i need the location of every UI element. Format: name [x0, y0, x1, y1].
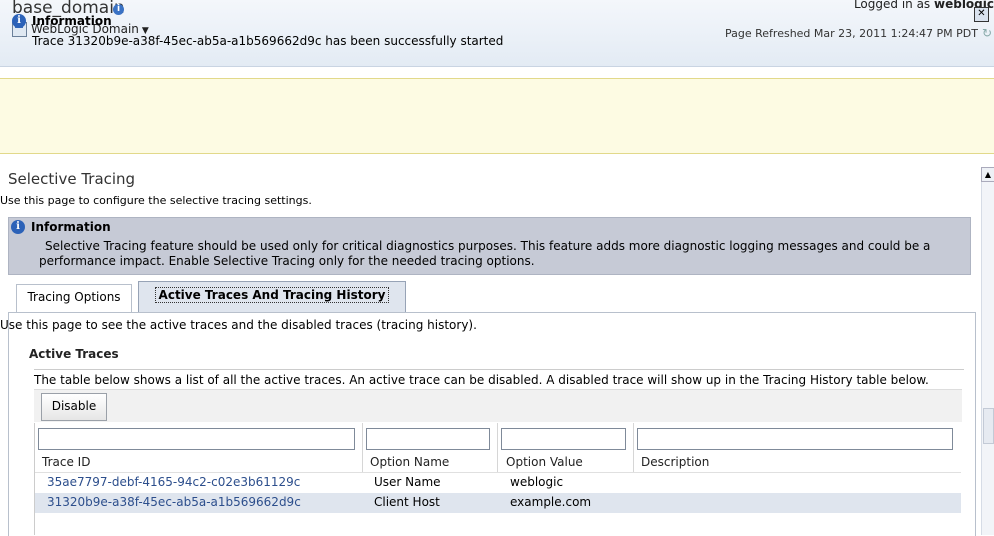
logged-in-prefix: Logged in as — [853, 0, 934, 11]
active-traces-description: The table below shows a list of all the … — [34, 373, 929, 387]
page-title: Selective Tracing — [8, 170, 136, 188]
panel-description: Use this page to see the active traces a… — [0, 318, 477, 332]
trace-id-link[interactable]: 31320b9e-a38f-45ec-ab5a-a1b569662d9c — [47, 495, 301, 509]
tab-tracing-options[interactable]: Tracing Options — [16, 284, 132, 312]
tab-active-traces-and-tracing-history[interactable]: Active Traces And Tracing History — [138, 281, 406, 313]
filter-option-value[interactable] — [501, 428, 626, 450]
info-icon[interactable]: i — [113, 4, 124, 15]
scroll-up-button[interactable]: ▲ — [981, 167, 994, 182]
banner-title: Information — [32, 14, 112, 28]
close-button[interactable]: ✕ — [974, 7, 989, 22]
information-banner — [0, 78, 994, 154]
scrollbar-thumb[interactable] — [983, 408, 994, 444]
divider — [34, 369, 964, 370]
page-refreshed-text: Page Refreshed Mar 23, 2011 1:24:47 PM P… — [725, 27, 978, 40]
active-traces-heading: Active Traces — [29, 347, 119, 361]
information-icon: i — [12, 14, 26, 28]
filter-trace-id[interactable] — [38, 428, 355, 450]
vertical-scrollbar[interactable] — [981, 182, 994, 535]
column-header-option-name[interactable]: Option Name — [370, 455, 449, 469]
table-toolbar — [34, 389, 962, 422]
option-value-cell: example.com — [510, 495, 592, 509]
info-title: Information — [31, 220, 111, 234]
column-header-description[interactable]: Description — [641, 455, 709, 469]
filter-option-name[interactable] — [366, 428, 490, 450]
option-name-cell: Client Host — [374, 495, 440, 509]
filter-description[interactable] — [637, 428, 953, 450]
page-description: Use this page to configure the selective… — [0, 194, 312, 207]
column-header-option-value[interactable]: Option Value — [506, 455, 583, 469]
trace-id-link[interactable]: 35ae7797-debf-4165-94c2-c02e3b61129c — [47, 475, 300, 489]
option-name-cell: User Name — [374, 475, 441, 489]
option-value-cell: weblogic — [510, 475, 564, 489]
information-box: i Information Selective Tracing feature … — [8, 217, 971, 275]
refresh-icon[interactable]: ↻ — [982, 26, 994, 40]
page-refreshed: Page Refreshed Mar 23, 2011 1:24:47 PM P… — [725, 26, 994, 40]
logged-in-status: Logged in as weblogic — [854, 0, 994, 11]
column-header-trace-id[interactable]: Trace ID — [42, 455, 90, 469]
disable-button[interactable]: Disable — [41, 393, 107, 421]
tab-label: Active Traces And Tracing History — [154, 287, 390, 303]
banner-message: Trace 31320b9e-a38f-45ec-ab5a-a1b569662d… — [32, 34, 504, 48]
info-text: Selective Tracing feature should be used… — [39, 239, 931, 268]
information-icon: i — [11, 220, 25, 234]
